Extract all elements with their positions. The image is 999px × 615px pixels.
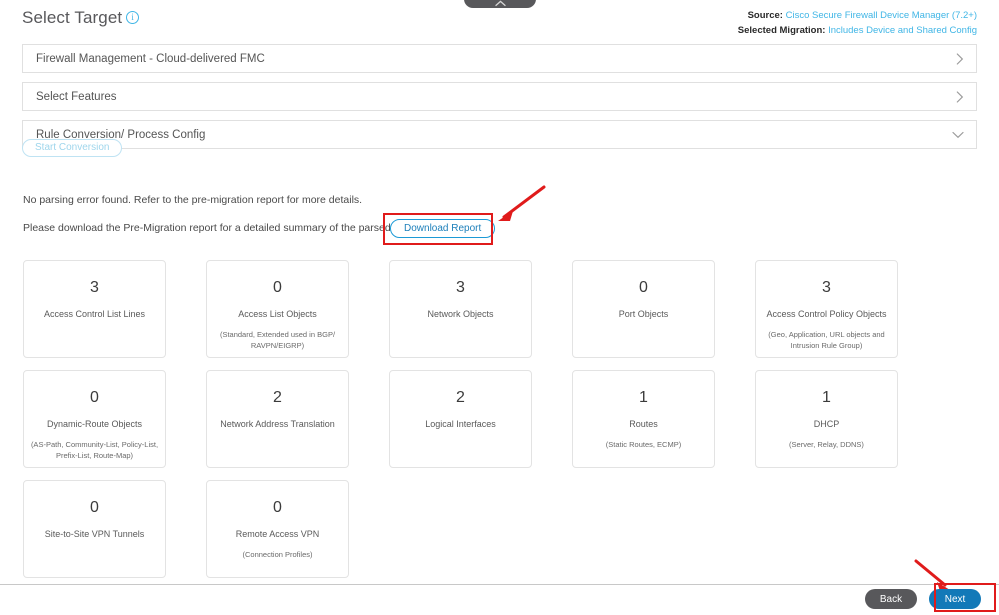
collapse-panel-tab[interactable] (464, 0, 536, 8)
summary-card-network-address-translation[interactable]: 2 Network Address Translation (206, 370, 349, 468)
summary-card-site-to-site-vpn-tunnels[interactable]: 0 Site-to-Site VPN Tunnels (23, 480, 166, 578)
card-row: 0 Site-to-Site VPN Tunnels 0 Remote Acce… (23, 480, 900, 578)
card-count: 1 (822, 389, 831, 406)
next-button[interactable]: Next (929, 589, 981, 609)
card-sub: (Server, Relay, DDNS) (789, 440, 864, 449)
accordion-list: Firewall Management - Cloud-delivered FM… (22, 44, 977, 158)
summary-card-access-control-list-lines[interactable]: 3 Access Control List Lines (23, 260, 166, 358)
card-count: 2 (456, 389, 465, 406)
accordion-label: Select Features (36, 90, 117, 103)
card-count: 0 (90, 499, 99, 516)
card-count: 3 (456, 279, 465, 296)
card-count: 2 (273, 389, 282, 406)
accordion-row-select-features[interactable]: Select Features (22, 82, 977, 111)
accordion-row-rule-conversion[interactable]: Rule Conversion/ Process Config (22, 120, 977, 149)
download-report-button[interactable]: Download Report (390, 219, 496, 238)
accordion-row-firewall-management[interactable]: Firewall Management - Cloud-delivered FM… (22, 44, 977, 73)
summary-card-dynamic-route-objects[interactable]: 0 Dynamic-Route Objects (AS-Path, Commun… (23, 370, 166, 468)
card-sub: (Standard, Extended used in BGP/ RAVPN/E… (219, 330, 336, 350)
source-info: Source: Cisco Secure Firewall Device Man… (738, 8, 977, 38)
summary-card-network-objects[interactable]: 3 Network Objects (389, 260, 532, 358)
red-arrow-icon-download (498, 185, 546, 221)
card-name: Routes (629, 419, 658, 429)
source-label: Source: (747, 10, 783, 21)
card-row: 3 Access Control List Lines 0 Access Lis… (23, 260, 900, 358)
card-name: Network Address Translation (220, 419, 335, 429)
summary-card-access-control-policy-objects[interactable]: 3 Access Control Policy Objects (Geo, Ap… (755, 260, 898, 358)
migration-line: Selected Migration: Includes Device and … (738, 23, 977, 38)
page-title-text: Select Target (22, 8, 123, 27)
card-name: Site-to-Site VPN Tunnels (44, 529, 145, 539)
summary-card-logical-interfaces[interactable]: 2 Logical Interfaces (389, 370, 532, 468)
summary-card-port-objects[interactable]: 0 Port Objects (572, 260, 715, 358)
summary-card-remote-access-vpn[interactable]: 0 Remote Access VPN (Connection Profiles… (206, 480, 349, 578)
page-title: Select Target i (22, 8, 140, 28)
card-count: 0 (639, 279, 648, 296)
migration-tool-page: Select Target i Source: Cisco Secure Fire… (0, 0, 999, 615)
card-count: 0 (273, 279, 282, 296)
download-report-label: Download Report (404, 223, 482, 234)
migration-value[interactable]: Includes Device and Shared Config (828, 25, 977, 36)
card-count: 1 (639, 389, 648, 406)
card-name: Port Objects (618, 309, 669, 319)
summary-card-access-list-objects[interactable]: 0 Access List Objects (Standard, Extende… (206, 260, 349, 358)
start-conversion-button[interactable]: Start Conversion (22, 139, 123, 157)
card-name: Remote Access VPN (235, 529, 320, 539)
migration-label: Selected Migration: (737, 25, 826, 36)
card-name: Logical Interfaces (425, 419, 496, 429)
footer-actions: Back Next (865, 589, 981, 609)
card-name: Access List Objects (238, 309, 317, 319)
summary-card-routes[interactable]: 1 Routes (Static Routes, ECMP) (572, 370, 715, 468)
card-sub: (Static Routes, ECMP) (605, 440, 682, 449)
info-icon[interactable]: i (126, 11, 140, 24)
card-count: 3 (822, 279, 831, 296)
chevron-down-icon (952, 131, 964, 139)
summary-card-dhcp[interactable]: 1 DHCP (Server, Relay, DDNS) (755, 370, 898, 468)
accordion-label: Firewall Management - Cloud-delivered FM… (36, 52, 265, 65)
back-button[interactable]: Back (865, 589, 917, 609)
card-sub: (AS-Path, Community-List, Policy-List, P… (30, 440, 159, 460)
card-name: Network Objects (427, 309, 494, 319)
summary-card-grid: 3 Access Control List Lines 0 Access Lis… (23, 260, 900, 590)
chevron-right-icon (956, 90, 964, 103)
card-name: DHCP (813, 419, 840, 429)
card-row: 0 Dynamic-Route Objects (AS-Path, Commun… (23, 370, 900, 468)
card-name: Dynamic-Route Objects (46, 419, 143, 429)
source-line: Source: Cisco Secure Firewall Device Man… (738, 8, 977, 23)
chevron-up-icon (494, 0, 506, 7)
card-name: Access Control Policy Objects (766, 309, 887, 319)
card-count: 3 (90, 279, 99, 296)
source-value[interactable]: Cisco Secure Firewall Device Manager (7.… (786, 10, 977, 21)
start-conversion-label: Start Conversion (35, 142, 110, 153)
card-count: 0 (90, 389, 99, 406)
parsing-status-message: No parsing error found. Refer to the pre… (23, 194, 363, 206)
chevron-right-icon (956, 52, 964, 65)
card-name: Access Control List Lines (43, 309, 146, 319)
card-count: 0 (273, 499, 282, 516)
card-sub: (Geo, Application, URL objects and Intru… (768, 330, 885, 350)
accordion-label: Rule Conversion/ Process Config (36, 128, 206, 141)
footer-divider (0, 584, 999, 585)
card-sub: (Connection Profiles) (242, 550, 313, 559)
